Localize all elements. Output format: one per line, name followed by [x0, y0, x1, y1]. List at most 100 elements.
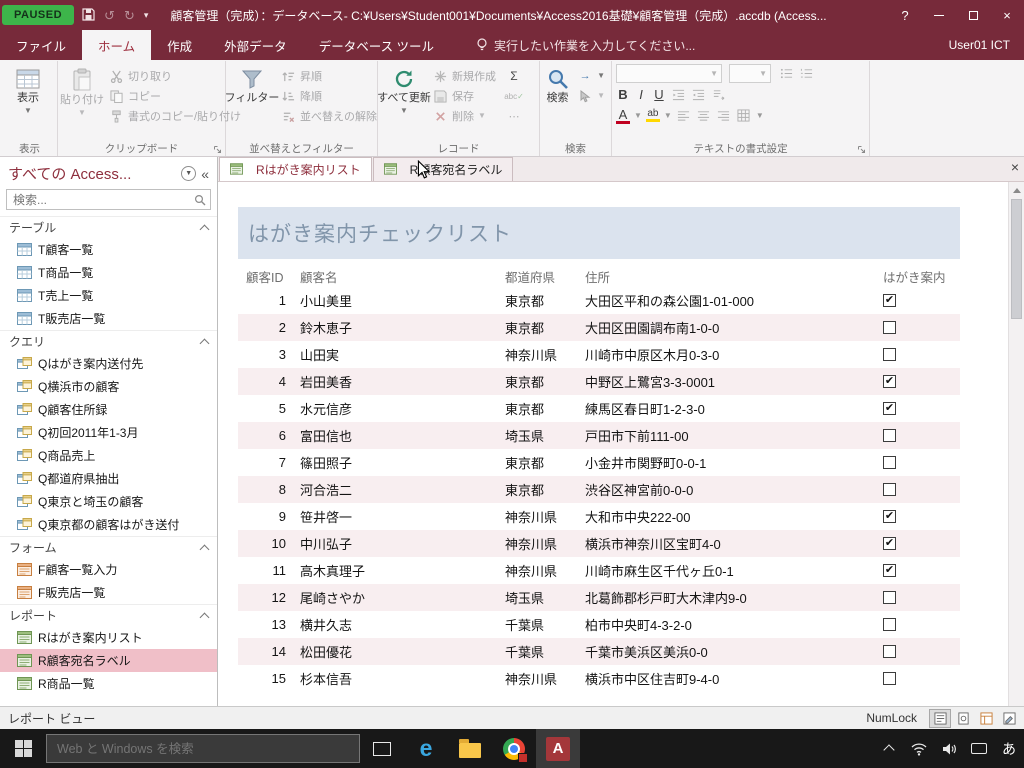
paste-button[interactable]: 貼り付け ▼ — [60, 63, 104, 117]
undo-icon[interactable]: ↺ — [104, 9, 115, 22]
nav-item[interactable]: R顧客宛名ラベル — [0, 649, 217, 672]
nav-item[interactable]: T商品一覧 — [0, 261, 217, 284]
left-to-right-icon[interactable] — [710, 87, 726, 103]
access-button[interactable]: A — [536, 729, 580, 768]
document-close-icon[interactable]: × — [1011, 160, 1019, 174]
align-right-icon[interactable] — [716, 108, 732, 124]
nav-search-input[interactable] — [7, 193, 190, 207]
file-explorer-button[interactable] — [448, 729, 492, 768]
nav-item[interactable]: Q初回2011年1-3月 — [0, 421, 217, 444]
new-record-button[interactable]: 新規作成 — [428, 66, 500, 86]
minimize-button[interactable] — [922, 0, 956, 30]
save-icon[interactable] — [82, 8, 95, 23]
nav-item[interactable]: T顧客一覧 — [0, 238, 217, 261]
nav-section-header[interactable]: テーブル — [0, 216, 217, 238]
goto-button[interactable]: →▼ — [573, 66, 609, 86]
nav-section-header[interactable]: フォーム — [0, 536, 217, 558]
signed-in-user[interactable]: User01 ICT — [935, 30, 1024, 60]
nav-pane-header[interactable]: すべての Access... ▼ « — [0, 157, 217, 187]
nav-item[interactable]: R商品一覧 — [0, 672, 217, 695]
nav-item[interactable]: T販売店一覧 — [0, 307, 217, 330]
nav-item[interactable]: Q商品売上 — [0, 444, 217, 467]
nav-item[interactable]: Q東京と埼玉の顧客 — [0, 490, 217, 513]
network-button[interactable] — [904, 729, 934, 768]
indent-decrease-icon[interactable] — [670, 87, 686, 103]
numbering-icon[interactable] — [798, 66, 814, 82]
tab-database-tools[interactable]: データベース ツール — [303, 30, 450, 60]
scrollbar-thumb[interactable] — [1011, 199, 1022, 319]
bold-button[interactable]: B — [616, 87, 630, 102]
totals-button[interactable]: Σ — [502, 66, 526, 86]
nav-item[interactable]: Q横浜市の顧客 — [0, 375, 217, 398]
sort-ascending-button[interactable]: 昇順 — [276, 66, 381, 86]
nav-section-header[interactable]: クエリ — [0, 330, 217, 352]
design-view-icon[interactable] — [998, 709, 1020, 728]
nav-item[interactable]: Rはがき案内リスト — [0, 626, 217, 649]
volume-button[interactable] — [934, 729, 964, 768]
remove-sort-button[interactable]: 並べ替えの解除 — [276, 106, 381, 126]
scroll-up-icon[interactable] — [1009, 182, 1024, 198]
start-button[interactable] — [0, 729, 46, 768]
report-view-icon[interactable] — [929, 709, 951, 728]
find-button[interactable]: 検索 — [542, 63, 573, 105]
edge-button[interactable]: e — [404, 729, 448, 768]
document-tab-report-list[interactable]: Rはがき案内リスト — [219, 157, 372, 181]
view-button[interactable]: 表示 ▼ — [4, 63, 52, 115]
maximize-button[interactable] — [956, 0, 990, 30]
indent-increase-icon[interactable] — [690, 87, 706, 103]
tray-overflow-button[interactable] — [874, 729, 904, 768]
qat-customize-icon[interactable]: ▾ — [144, 11, 149, 20]
nav-item-label: T販売店一覧 — [38, 310, 105, 327]
ime-mode-button[interactable]: あ — [994, 729, 1024, 768]
align-center-icon[interactable] — [696, 108, 712, 124]
nav-item[interactable]: F販売店一覧 — [0, 581, 217, 604]
nav-item[interactable]: T売上一覧 — [0, 284, 217, 307]
close-button[interactable]: × — [990, 0, 1024, 30]
nav-menu-dropdown-icon[interactable]: ▼ — [181, 166, 196, 181]
more-button[interactable]: ⋯ — [502, 106, 526, 126]
highlight-color-button[interactable]: ab — [646, 109, 660, 122]
font-size-combo[interactable]: ▼ — [729, 64, 771, 83]
tab-file[interactable]: ファイル — [0, 30, 82, 60]
cut-button[interactable]: 切り取り — [104, 66, 245, 86]
filter-button[interactable]: フィルター — [228, 63, 276, 105]
italic-button[interactable]: I — [634, 87, 648, 102]
redo-icon[interactable]: ↻ — [124, 9, 135, 22]
nav-item[interactable]: Qはがき案内送付先 — [0, 352, 217, 375]
task-view-button[interactable] — [360, 729, 404, 768]
bullets-icon[interactable] — [778, 66, 794, 82]
touch-keyboard-button[interactable] — [964, 729, 994, 768]
nav-section-header[interactable]: レポート — [0, 604, 217, 626]
print-preview-icon[interactable] — [952, 709, 974, 728]
align-left-icon[interactable] — [676, 108, 692, 124]
nav-search-icon[interactable] — [190, 194, 210, 206]
chrome-button[interactable] — [492, 729, 536, 768]
delete-record-button[interactable]: 削除 ▼ — [428, 106, 500, 126]
gridlines-icon[interactable] — [736, 108, 752, 124]
save-record-button[interactable]: 保存 — [428, 86, 500, 106]
help-button[interactable]: ? — [888, 0, 922, 30]
tab-external-data[interactable]: 外部データ — [208, 30, 303, 60]
nav-item[interactable]: Q顧客住所録 — [0, 398, 217, 421]
font-color-button[interactable]: A — [616, 108, 630, 124]
clipboard-dialog-launcher-icon[interactable] — [213, 145, 222, 154]
tab-home[interactable]: ホーム — [82, 30, 151, 60]
tell-me-box[interactable]: 実行したい作業を入力してください... — [476, 30, 695, 60]
tab-create[interactable]: 作成 — [151, 30, 208, 60]
format-painter-button[interactable]: 書式のコピー/貼り付け — [104, 106, 245, 126]
nav-item[interactable]: Q都道府県抽出 — [0, 467, 217, 490]
shutter-bar-close-icon[interactable]: « — [201, 166, 211, 182]
layout-view-icon[interactable] — [975, 709, 997, 728]
font-name-combo[interactable]: ▼ — [616, 64, 722, 83]
nav-item[interactable]: Q東京都の顧客はがき送付 — [0, 513, 217, 536]
vertical-scrollbar[interactable] — [1008, 182, 1024, 706]
taskbar-search-input[interactable] — [47, 742, 359, 756]
underline-button[interactable]: U — [652, 87, 666, 102]
nav-item[interactable]: F顧客一覧入力 — [0, 558, 217, 581]
select-button[interactable]: ▼ — [573, 86, 609, 106]
document-tab-address-labels[interactable]: R顧客宛名ラベル — [373, 157, 514, 181]
text-format-dialog-launcher-icon[interactable] — [857, 145, 866, 154]
refresh-all-button[interactable]: すべて更新 ▼ — [380, 63, 428, 115]
spelling-button[interactable]: abc✓ — [502, 86, 526, 106]
sort-descending-button[interactable]: 降順 — [276, 86, 381, 106]
